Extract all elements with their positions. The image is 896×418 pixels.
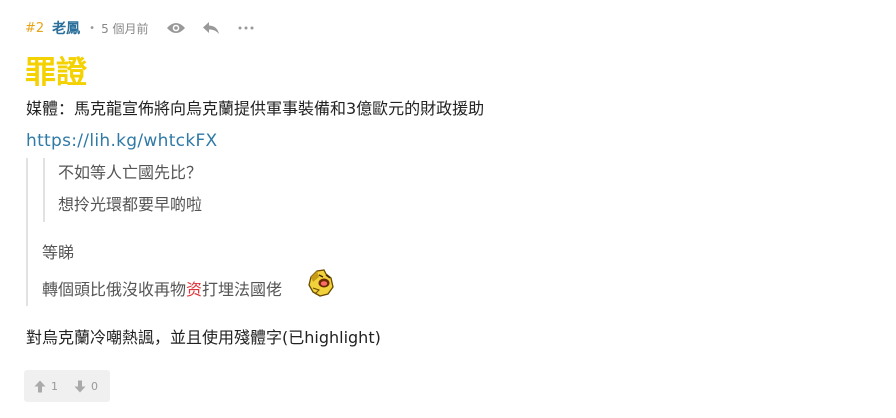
upvote-count: 1 <box>51 379 58 393</box>
post-comment: 對烏克蘭冷嘲熱諷，並且使用殘體字(已highlight) <box>26 328 381 347</box>
upvote-button[interactable]: 1 <box>34 380 58 393</box>
vote-box: 1 0 <box>24 370 110 402</box>
more-icon[interactable] <box>234 18 258 38</box>
post-time: 5 個月前 <box>101 21 149 36</box>
post-link[interactable]: https://lih.kg/whtckFX <box>26 130 217 152</box>
quote-line: 不如等人亡國先比？ <box>58 163 203 182</box>
quote-reply-line: 等睇 <box>42 243 75 262</box>
bald-face-emoji-icon <box>307 268 335 298</box>
quote-text: 打埋法國佬 <box>202 280 283 299</box>
post-headline: 媒體：馬克龍宣佈將向烏克蘭提供軍事裝備和3億歐元的財政援助 <box>26 99 485 118</box>
reply-icon[interactable] <box>199 18 223 38</box>
downvote-count: 0 <box>91 379 98 393</box>
thumbs-down-icon <box>74 380 86 392</box>
downvote-button[interactable]: 0 <box>74 380 98 393</box>
eye-icon[interactable] <box>164 18 188 38</box>
quote-text: 轉個頭比俄沒收再物 <box>42 280 187 299</box>
highlighted-char: 资 <box>186 280 203 299</box>
quote-reply-line: 轉個頭比俄沒收再物资打埋法國佬 <box>42 279 282 301</box>
post-meta: #2 老鳳 • 5 個月前 <box>25 18 258 38</box>
quote-line: 想拎光環都要早啲啦 <box>58 195 203 214</box>
post-title: 罪證 <box>25 55 87 91</box>
post-number[interactable]: #2 <box>25 21 44 36</box>
thumbs-up-icon <box>34 380 46 392</box>
meta-separator: • <box>89 22 96 34</box>
author-name[interactable]: 老鳳 <box>52 18 80 38</box>
